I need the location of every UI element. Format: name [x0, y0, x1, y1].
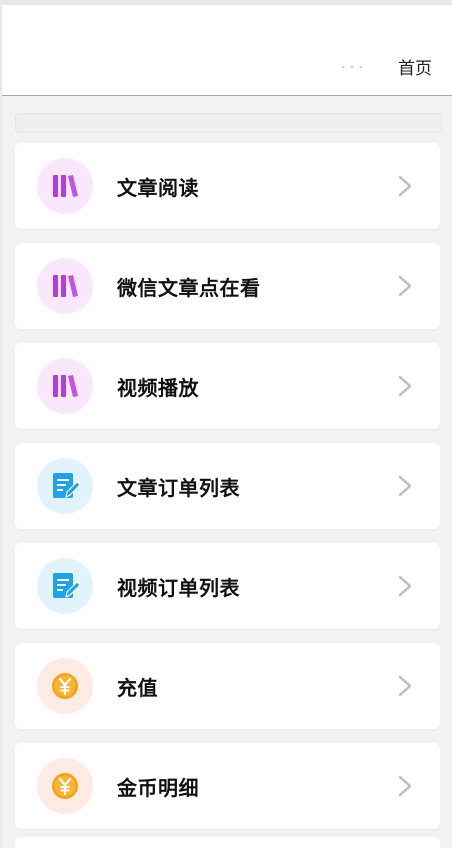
menu-item-label: 充值: [117, 676, 158, 700]
top-header: 首页: [2, 5, 452, 96]
loading-dots-icon: [341, 65, 363, 69]
books-icon: [37, 358, 93, 414]
menu-item-video-play[interactable]: 视频播放: [15, 343, 440, 429]
menu-item-coin-details[interactable]: 金币明细: [15, 743, 440, 829]
menu-item-partial[interactable]: [15, 837, 440, 848]
menu-item-label: 文章订单列表: [117, 476, 240, 500]
chevron-right-icon: [398, 475, 412, 497]
menu-item-label: 视频播放: [117, 376, 199, 400]
chevron-right-icon: [398, 575, 412, 597]
edit-document-icon: [37, 458, 93, 514]
yen-coin-icon: [37, 658, 93, 714]
yen-coin-icon: [37, 758, 93, 814]
home-link[interactable]: 首页: [398, 54, 432, 79]
top-strip: [15, 113, 442, 133]
menu-item-label: 视频订单列表: [117, 576, 240, 600]
menu-item-article-read[interactable]: 文章阅读: [15, 143, 440, 229]
chevron-right-icon: [398, 175, 412, 197]
menu-item-video-orders[interactable]: 视频订单列表: [15, 543, 440, 629]
edit-document-icon: [37, 558, 93, 614]
menu-item-label: 文章阅读: [117, 176, 199, 200]
menu-item-article-orders[interactable]: 文章订单列表: [15, 443, 440, 529]
chevron-right-icon: [398, 375, 412, 397]
menu-item-label: 金币明细: [117, 776, 199, 800]
menu-item-label: 微信文章点在看: [117, 276, 261, 300]
menu-item-recharge[interactable]: 充值: [15, 643, 440, 729]
menu-item-wechat-like[interactable]: 微信文章点在看: [15, 243, 440, 329]
chevron-right-icon: [398, 275, 412, 297]
app-frame: 首页 文章阅读 微信文章点在看 视频播放 文章订单列表 视频订单列表 充值 金币…: [2, 5, 452, 848]
chevron-right-icon: [398, 675, 412, 697]
books-icon: [37, 258, 93, 314]
chevron-right-icon: [398, 775, 412, 797]
books-icon: [37, 158, 93, 214]
